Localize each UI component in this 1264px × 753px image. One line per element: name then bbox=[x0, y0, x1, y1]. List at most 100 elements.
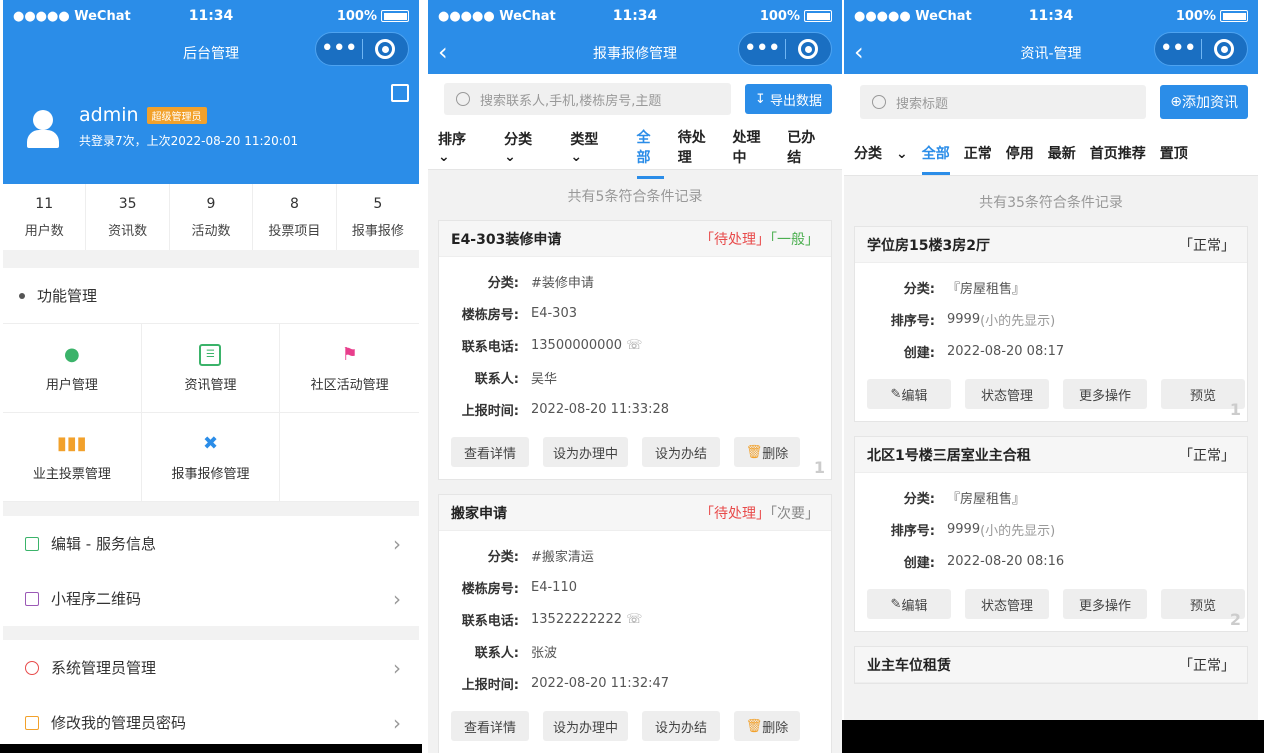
edit-button[interactable]: ✎ 编辑 bbox=[867, 379, 951, 409]
func-repair-manage[interactable]: ✖ 报事报修管理 bbox=[141, 413, 281, 502]
export-button[interactable]: ↧ 导出数据 bbox=[744, 84, 832, 114]
tab-processing[interactable]: 处理中 bbox=[732, 127, 773, 167]
tab-disabled[interactable]: 停用 bbox=[1006, 143, 1034, 163]
status-badge: 「待处理」 bbox=[700, 231, 770, 248]
card-index: 1 bbox=[1229, 400, 1241, 419]
card-title: E4-303装修申请 bbox=[451, 231, 562, 248]
clock: 11:34 bbox=[188, 8, 234, 24]
tab-latest[interactable]: 最新 bbox=[1048, 143, 1076, 163]
chevron-right-icon: › bbox=[393, 531, 401, 556]
card-contact: 张波 bbox=[531, 645, 558, 661]
set-processing-button[interactable]: 设为办理中 bbox=[543, 711, 629, 741]
close-mini-icon[interactable] bbox=[786, 39, 832, 59]
phone-call-icon[interactable]: ☏ bbox=[626, 612, 642, 627]
function-panel: 功能管理 ● 用户管理 ☰ 资讯管理 ⚑ 社区活动管理 ▮▮▮ 业主投票管理 ✖ 报事报修… bbox=[3, 268, 419, 502]
card-category: #搬家清运 bbox=[531, 549, 594, 565]
menu-qrcode[interactable]: 小程序二维码 › bbox=[3, 571, 419, 626]
menu-edit-service[interactable]: 编辑 - 服务信息 › bbox=[3, 516, 419, 571]
stat-votes[interactable]: 8 投票项目 bbox=[253, 184, 337, 250]
tab-category[interactable]: 分类⌄ bbox=[504, 129, 556, 165]
carrier: ●●●●● WeChat bbox=[854, 8, 972, 24]
tab-category[interactable]: 分类⌄ bbox=[854, 143, 908, 163]
level-badge: 「次要」 bbox=[770, 505, 819, 522]
clock: 11:34 bbox=[1028, 8, 1074, 24]
news-card: 学位房15楼3房2厅 「正常」 分类: 『房屋租售』 排序号: 9999 (小的先显示)… bbox=[854, 226, 1248, 422]
nav-bar: ‹ 报事报修管理 ••• bbox=[428, 32, 842, 74]
func-activity-manage[interactable]: ⚑ 社区活动管理 bbox=[280, 324, 419, 413]
capsule-menu[interactable]: ••• bbox=[1154, 32, 1248, 66]
card-room: E4-110 bbox=[531, 579, 577, 595]
search-input[interactable]: 搜索联系人,手机,楼栋房号,主题 bbox=[444, 83, 731, 115]
repair-card: 搬家申请 「待处理」「次要」 分类: #搬家清运 楼栋房号: E4-110 联系电话:… bbox=[438, 494, 832, 753]
more-icon[interactable]: ••• bbox=[316, 38, 362, 60]
tools-icon: ✖ bbox=[202, 433, 219, 454]
page-title: 后台管理 bbox=[183, 46, 239, 62]
more-actions-button[interactable]: 更多操作 bbox=[1063, 379, 1147, 409]
back-icon[interactable]: ‹ bbox=[438, 40, 448, 64]
carrier: ●●●●● WeChat bbox=[13, 8, 131, 24]
order-hint: (小的先显示) bbox=[980, 523, 1056, 539]
menu-admin-manage[interactable]: 系统管理员管理 › bbox=[3, 640, 419, 695]
func-vote-manage[interactable]: ▮▮▮ 业主投票管理 bbox=[3, 413, 142, 502]
clock: 11:34 bbox=[612, 8, 658, 24]
card-order: 9999 bbox=[947, 311, 981, 327]
tab-pending[interactable]: 待处理 bbox=[678, 127, 719, 167]
close-mini-icon[interactable] bbox=[363, 39, 409, 59]
edit-button[interactable]: ✎ 编辑 bbox=[867, 589, 951, 619]
tab-pinned[interactable]: 置顶 bbox=[1160, 143, 1188, 163]
login-info: 共登录7次，上次2022-08-20 11:20:01 bbox=[79, 134, 299, 148]
page-title: 资讯-管理 bbox=[1020, 46, 1082, 62]
stat-news[interactable]: 35 资讯数 bbox=[86, 184, 170, 250]
func-user-manage[interactable]: ● 用户管理 bbox=[3, 324, 142, 413]
card-title: 北区1号楼三居室业主合租 bbox=[867, 447, 1031, 464]
view-detail-button[interactable]: 查看详情 bbox=[451, 437, 529, 467]
tab-normal[interactable]: 正常 bbox=[964, 143, 992, 163]
filter-tabs: 排序⌄ 分类⌄ 类型⌄ 全部 待处理 处理中 已办结 bbox=[428, 124, 842, 179]
status-manage-button[interactable]: 状态管理 bbox=[965, 589, 1049, 619]
add-news-button[interactable]: ⊕ 添加资讯 bbox=[1160, 85, 1248, 119]
capsule-menu[interactable]: ••• bbox=[738, 32, 832, 66]
tab-home-recommend[interactable]: 首页推荐 bbox=[1090, 143, 1146, 163]
status-manage-button[interactable]: 状态管理 bbox=[965, 379, 1049, 409]
search-input[interactable]: 搜索标题 bbox=[860, 85, 1147, 119]
logout-icon[interactable] bbox=[391, 84, 409, 102]
more-icon[interactable]: ••• bbox=[1155, 38, 1201, 60]
tab-done[interactable]: 已办结 bbox=[787, 127, 828, 167]
card-index: 1 bbox=[813, 458, 825, 477]
card-phone[interactable]: 13500000000 bbox=[531, 338, 622, 353]
tab-type[interactable]: 类型⌄ bbox=[570, 129, 622, 165]
delete-button[interactable]: 🗑 删除 bbox=[734, 437, 801, 467]
tab-all[interactable]: 全部 bbox=[636, 127, 664, 179]
screen-bottom-edge bbox=[0, 744, 422, 753]
close-mini-icon[interactable] bbox=[1202, 39, 1248, 59]
card-phone[interactable]: 13522222222 bbox=[531, 612, 622, 627]
menu-change-password[interactable]: 修改我的管理员密码 › bbox=[3, 695, 419, 744]
card-created: 2022-08-20 08:16 bbox=[947, 553, 1065, 569]
flag-icon: ⚑ bbox=[341, 344, 358, 365]
stat-activities[interactable]: 9 活动数 bbox=[170, 184, 254, 250]
view-detail-button[interactable]: 查看详情 bbox=[451, 711, 529, 741]
stat-users[interactable]: 11 用户数 bbox=[3, 184, 87, 250]
func-news-manage[interactable]: ☰ 资讯管理 bbox=[141, 324, 281, 413]
nav-bar: ‹ 资讯-管理 ••• bbox=[844, 32, 1258, 74]
stat-repairs[interactable]: 5 报事报修 bbox=[337, 184, 419, 250]
set-processing-button[interactable]: 设为办理中 bbox=[543, 437, 629, 467]
set-done-button[interactable]: 设为办结 bbox=[642, 437, 721, 467]
search-row: 搜索联系人,手机,楼栋房号,主题 ↧ 导出数据 bbox=[428, 74, 842, 124]
bar-chart-icon: ▮▮▮ bbox=[56, 433, 87, 454]
record-count: 共有5条符合条件记录 bbox=[567, 189, 703, 205]
record-count: 共有35条符合条件记录 bbox=[979, 195, 1123, 211]
status-bar: ●●●●● WeChat 11:34 100% bbox=[3, 0, 419, 32]
card-category: 『房屋租售』 bbox=[947, 491, 1026, 507]
tab-all[interactable]: 全部 bbox=[921, 143, 950, 175]
back-icon[interactable]: ‹ bbox=[854, 40, 864, 64]
more-actions-button[interactable]: 更多操作 bbox=[1063, 589, 1147, 619]
tab-sort[interactable]: 排序⌄ bbox=[438, 129, 490, 165]
delete-button[interactable]: 🗑 删除 bbox=[734, 711, 801, 741]
more-icon[interactable]: ••• bbox=[739, 38, 785, 60]
set-done-button[interactable]: 设为办结 bbox=[642, 711, 721, 741]
level-badge: 「一般」 bbox=[770, 231, 819, 248]
chevron-right-icon: › bbox=[393, 710, 401, 735]
capsule-menu[interactable]: ••• bbox=[315, 32, 409, 66]
phone-call-icon[interactable]: ☏ bbox=[626, 338, 642, 353]
